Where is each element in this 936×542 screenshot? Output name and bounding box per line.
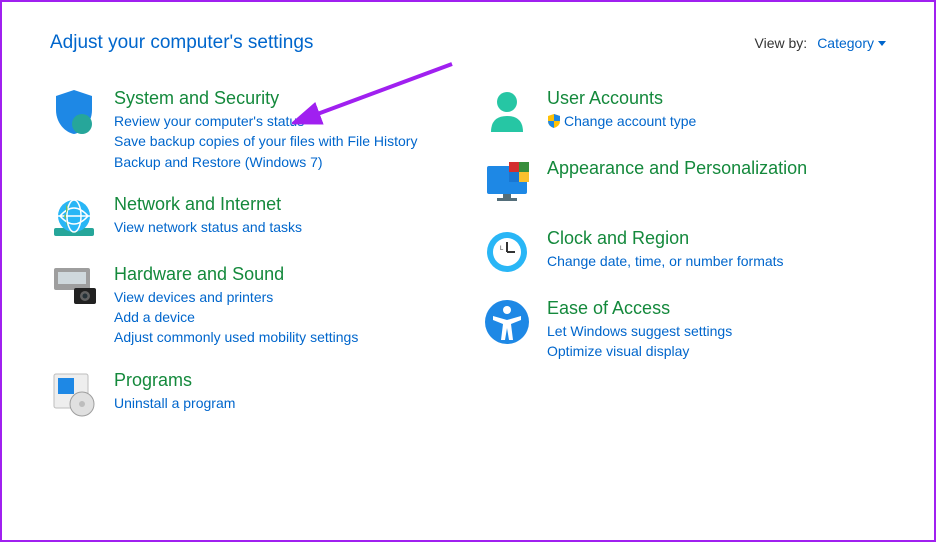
category-title-system-security[interactable]: System and Security xyxy=(114,88,417,109)
link-uninstall-program[interactable]: Uninstall a program xyxy=(114,393,235,413)
link-change-account-type-label: Change account type xyxy=(564,111,696,131)
viewby-control: View by: Category xyxy=(755,35,886,51)
category-user-accounts: User Accounts Change account type xyxy=(483,88,886,136)
link-change-account-type[interactable]: Change account type xyxy=(547,111,696,131)
monitor-icon xyxy=(483,158,531,206)
header: Adjust your computer's settings View by:… xyxy=(2,2,934,64)
category-appearance-personalization: Appearance and Personalization xyxy=(483,158,886,206)
link-file-history[interactable]: Save backup copies of your files with Fi… xyxy=(114,131,417,151)
category-programs: Programs Uninstall a program xyxy=(50,370,453,418)
link-mobility-settings[interactable]: Adjust commonly used mobility settings xyxy=(114,327,358,347)
left-column: System and Security Review your computer… xyxy=(50,88,453,440)
link-add-device[interactable]: Add a device xyxy=(114,307,358,327)
category-clock-region: L Clock and Region Change date, time, or… xyxy=(483,228,886,276)
link-network-status[interactable]: View network status and tasks xyxy=(114,217,302,237)
category-title-user-accounts[interactable]: User Accounts xyxy=(547,88,696,109)
category-title-clock-region[interactable]: Clock and Region xyxy=(547,228,784,249)
accessibility-icon xyxy=(483,298,531,346)
right-column: User Accounts Change account type xyxy=(483,88,886,440)
category-title-programs[interactable]: Programs xyxy=(114,370,235,391)
link-optimize-display[interactable]: Optimize visual display xyxy=(547,341,732,361)
viewby-label: View by: xyxy=(755,35,808,51)
programs-icon xyxy=(50,370,98,418)
category-title-hardware-sound[interactable]: Hardware and Sound xyxy=(114,264,358,285)
link-date-time-formats[interactable]: Change date, time, or number formats xyxy=(547,251,784,271)
link-suggest-settings[interactable]: Let Windows suggest settings xyxy=(547,321,732,341)
link-backup-restore[interactable]: Backup and Restore (Windows 7) xyxy=(114,152,417,172)
category-ease-access: Ease of Access Let Windows suggest setti… xyxy=(483,298,886,362)
category-title-appearance-personalization[interactable]: Appearance and Personalization xyxy=(547,158,807,179)
shield-icon xyxy=(50,88,98,136)
category-title-network-internet[interactable]: Network and Internet xyxy=(114,194,302,215)
link-review-status[interactable]: Review your computer's status xyxy=(114,111,417,131)
globe-icon xyxy=(50,194,98,242)
clock-icon: L xyxy=(483,228,531,276)
user-icon xyxy=(483,88,531,136)
category-grid: System and Security Review your computer… xyxy=(2,64,934,440)
page-title: Adjust your computer's settings xyxy=(50,32,313,54)
uac-shield-icon xyxy=(547,114,561,128)
printer-camera-icon xyxy=(50,264,98,312)
category-hardware-sound: Hardware and Sound View devices and prin… xyxy=(50,264,453,348)
viewby-dropdown[interactable]: Category xyxy=(817,35,886,51)
viewby-value: Category xyxy=(817,35,874,51)
link-devices-printers[interactable]: View devices and printers xyxy=(114,287,358,307)
category-system-security: System and Security Review your computer… xyxy=(50,88,453,172)
chevron-down-icon xyxy=(878,41,886,46)
category-title-ease-access[interactable]: Ease of Access xyxy=(547,298,732,319)
category-network-internet: Network and Internet View network status… xyxy=(50,194,453,242)
